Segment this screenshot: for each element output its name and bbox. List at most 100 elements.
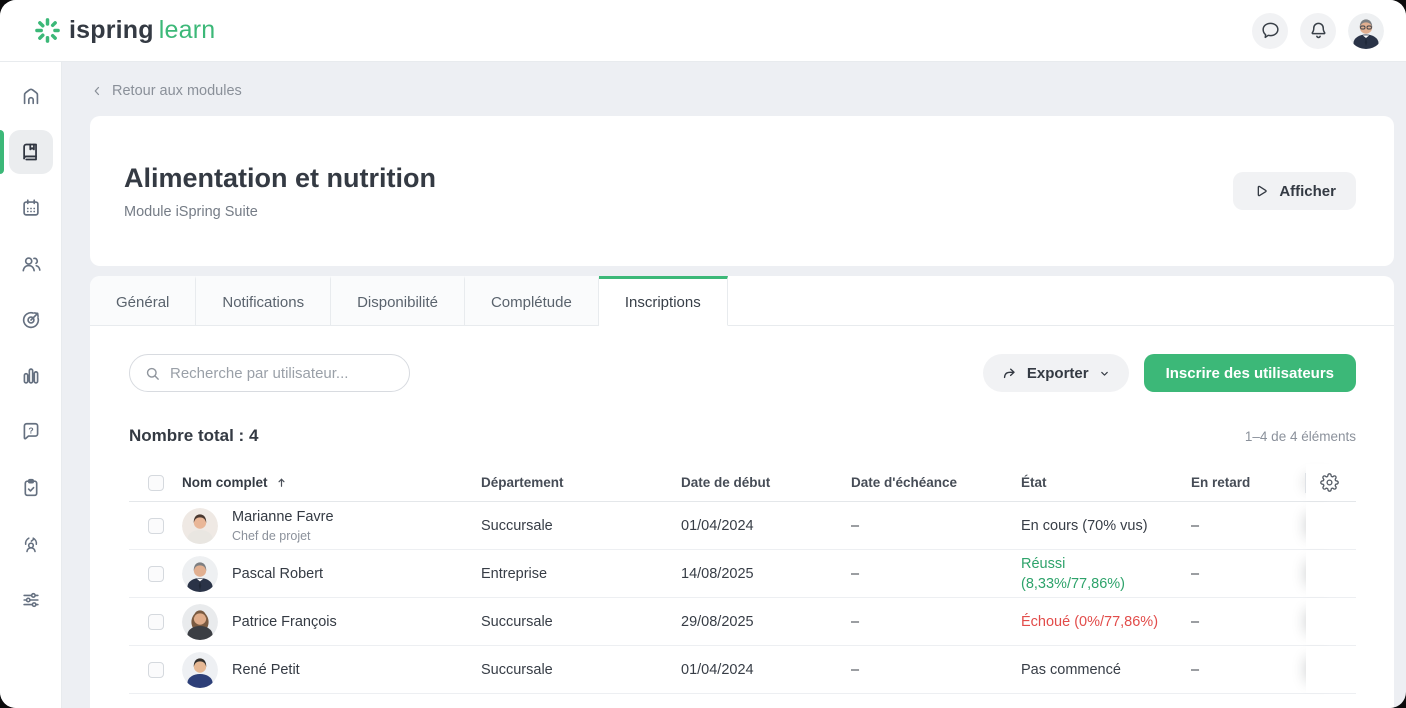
overdue-cell: – — [1191, 662, 1306, 678]
table-row[interactable]: Pascal Robert Entreprise 14/08/2025 – Ré… — [129, 550, 1356, 598]
column-header-due-date[interactable]: Date d'échéance — [851, 475, 1021, 490]
table-row[interactable]: Marianne Favre Chef de projet Succursale… — [129, 502, 1356, 550]
column-header-overdue[interactable]: En retard — [1191, 475, 1306, 490]
overdue-cell: – — [1191, 518, 1306, 534]
department-cell: Succursale — [481, 662, 681, 678]
search-input[interactable] — [170, 365, 395, 382]
sidebar-item-questions[interactable]: ? — [9, 410, 53, 454]
chevron-down-icon — [1098, 367, 1111, 380]
column-header-department[interactable]: Département — [481, 475, 681, 490]
export-button-label: Exporter — [1027, 365, 1089, 382]
due-date-cell: – — [851, 566, 1021, 582]
overdue-cell: – — [1191, 614, 1306, 630]
pagination-range-label: 1–4 de 4 éléments — [1245, 429, 1356, 444]
logo-brand-text: ispring — [69, 16, 154, 44]
table-row[interactable]: René Petit Succursale 01/04/2024 – Pas c… — [129, 646, 1356, 694]
sidebar-item-goals[interactable] — [9, 298, 53, 342]
sidebar-item-settings[interactable] — [9, 578, 53, 622]
sidebar-item-users[interactable] — [9, 242, 53, 286]
total-count-label: Nombre total : 4 — [129, 426, 258, 446]
column-header-name[interactable]: Nom complet — [182, 475, 481, 490]
breadcrumb-back-link[interactable]: Retour aux modules — [90, 82, 242, 100]
gear-icon — [1320, 473, 1339, 492]
app-window: ispringlearn — [0, 0, 1406, 708]
avatar — [182, 508, 218, 544]
sidebar-item-home[interactable] — [9, 74, 53, 118]
question-bubble-icon: ? — [20, 421, 42, 443]
person-gauge-icon — [20, 533, 42, 555]
tab-enrollments[interactable]: Inscriptions — [599, 276, 728, 326]
enroll-users-button[interactable]: Inscrire des utilisateurs — [1144, 354, 1356, 392]
tab-availability[interactable]: Disponibilité — [331, 276, 465, 326]
due-date-cell: – — [851, 614, 1021, 630]
notifications-button[interactable] — [1300, 13, 1336, 49]
export-button[interactable]: Exporter — [983, 354, 1129, 392]
table-body: Marianne Favre Chef de projet Succursale… — [129, 502, 1356, 694]
department-cell: Succursale — [481, 614, 681, 630]
profile-avatar[interactable] — [1348, 13, 1384, 49]
sidebar-item-supervision[interactable] — [9, 522, 53, 566]
messages-button[interactable] — [1252, 13, 1288, 49]
play-icon — [1253, 183, 1269, 199]
row-gear-spacer — [1306, 598, 1352, 645]
toolbar: Exporter Inscrire des utilisateurs — [129, 354, 1356, 392]
breadcrumb-label: Retour aux modules — [112, 83, 242, 99]
enrollments-content: Exporter Inscrire des utilisateurs Nombr… — [90, 326, 1394, 708]
row-checkbox[interactable] — [148, 566, 164, 582]
target-icon — [20, 309, 42, 331]
calendar-icon — [20, 197, 42, 219]
select-all-checkbox[interactable] — [148, 475, 164, 491]
logo-product-text: learn — [159, 16, 216, 44]
department-cell: Entreprise — [481, 566, 681, 582]
start-date-cell: 29/08/2025 — [681, 614, 851, 630]
start-date-cell: 01/04/2024 — [681, 662, 851, 678]
row-gear-spacer — [1306, 550, 1352, 597]
start-date-cell: 14/08/2025 — [681, 566, 851, 582]
user-name: René Petit — [232, 661, 300, 679]
avatar — [182, 556, 218, 592]
column-settings-button[interactable] — [1306, 464, 1352, 501]
user-role: Chef de projet — [232, 528, 334, 544]
avatar — [182, 604, 218, 640]
state-cell: En cours (70% vus) — [1021, 516, 1191, 536]
table-header-row: Nom complet Département Date de début Da… — [129, 464, 1356, 502]
enrollments-table: Nom complet Département Date de début Da… — [129, 464, 1356, 694]
row-checkbox[interactable] — [148, 614, 164, 630]
sidebar-item-assignments[interactable] — [9, 466, 53, 510]
sidebar-nav: ? — [0, 62, 62, 708]
clipboard-check-icon — [20, 477, 42, 499]
sidebar-item-reports[interactable] — [9, 354, 53, 398]
tab-bar-filler — [728, 276, 1394, 326]
bar-chart-icon — [20, 365, 42, 387]
book-icon — [20, 141, 42, 163]
table-row[interactable]: Patrice François Succursale 29/08/2025 –… — [129, 598, 1356, 646]
ispring-learn-logo[interactable]: ispringlearn — [34, 16, 215, 45]
tab-notifications[interactable]: Notifications — [196, 276, 331, 326]
chat-icon — [1260, 20, 1281, 41]
row-checkbox[interactable] — [148, 662, 164, 678]
user-name: Pascal Robert — [232, 565, 323, 583]
column-header-state[interactable]: État — [1021, 475, 1191, 490]
sidebar-item-courses[interactable] — [9, 130, 53, 174]
chevron-left-icon — [90, 84, 104, 98]
avatar — [182, 652, 218, 688]
state-cell: Échoué (0%/77,86%) — [1021, 612, 1191, 632]
column-header-start-date[interactable]: Date de début — [681, 475, 851, 490]
top-bar: ispringlearn — [0, 0, 1406, 62]
tab-general[interactable]: Général — [90, 276, 196, 326]
export-arrow-icon — [1001, 365, 1018, 382]
view-course-button[interactable]: Afficher — [1233, 172, 1356, 210]
course-tabs-panel: Général Notifications Disponibilité Comp… — [90, 276, 1394, 708]
sort-asc-icon — [275, 476, 288, 489]
view-button-label: Afficher — [1279, 183, 1336, 200]
bell-icon — [1308, 20, 1329, 41]
sidebar-item-calendar[interactable] — [9, 186, 53, 230]
tab-bar: Général Notifications Disponibilité Comp… — [90, 276, 1394, 326]
row-checkbox[interactable] — [148, 518, 164, 534]
course-subtitle: Module iSpring Suite — [124, 204, 436, 220]
tab-completeness[interactable]: Complétude — [465, 276, 599, 326]
main-area: Retour aux modules Alimentation et nutri… — [62, 62, 1406, 708]
search-icon — [144, 365, 161, 382]
user-name: Patrice François — [232, 613, 337, 631]
due-date-cell: – — [851, 662, 1021, 678]
